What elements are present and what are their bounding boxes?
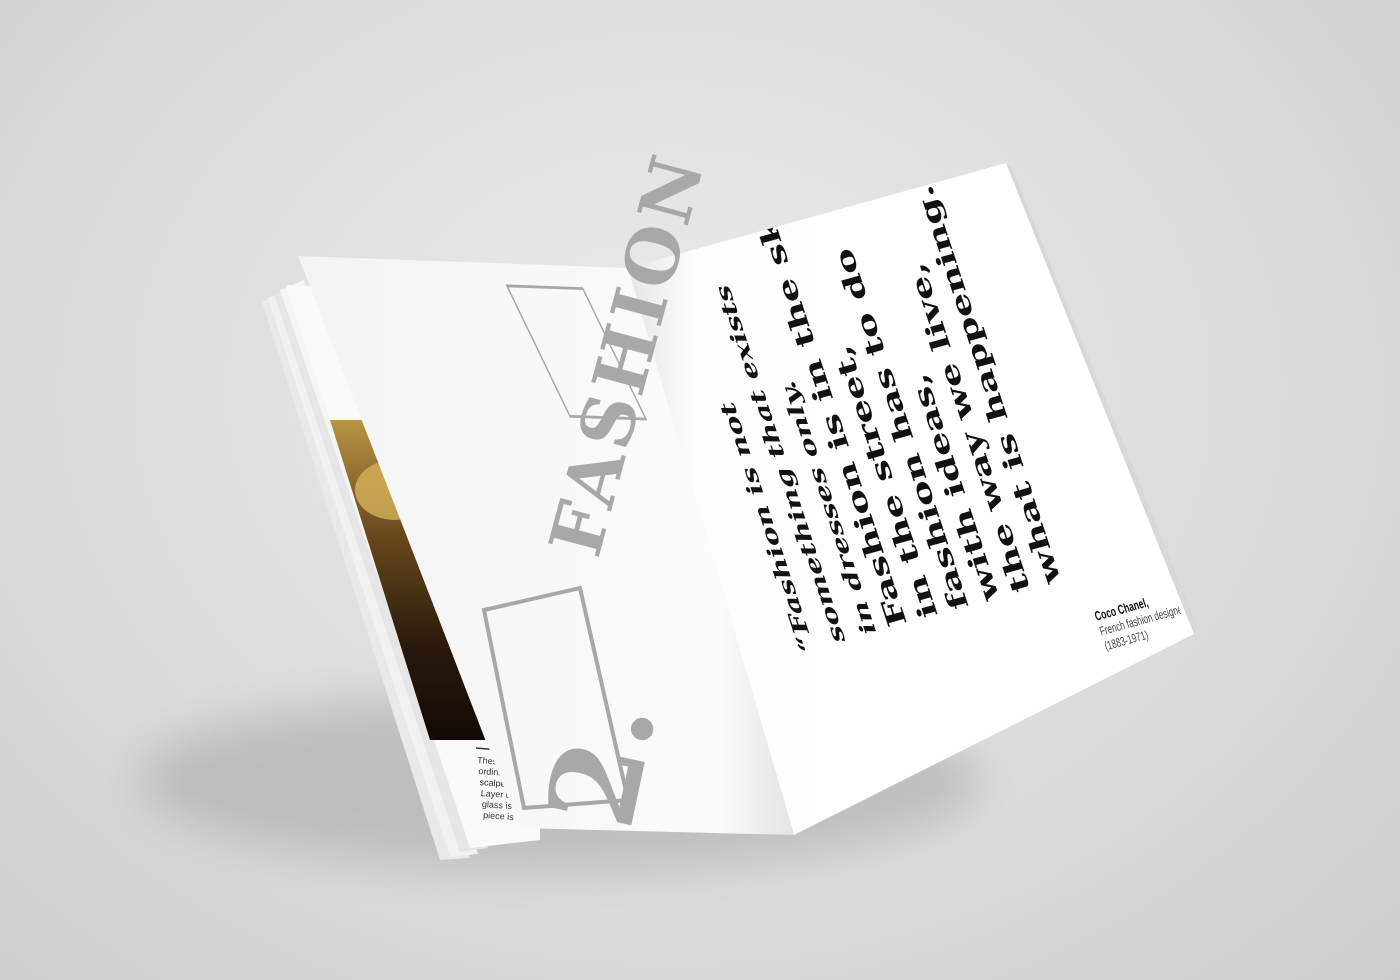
number-frame [0,0,1,1]
magazine-scene: Theseordinaryscalpel isLayer upglass isp… [0,0,1198,870]
